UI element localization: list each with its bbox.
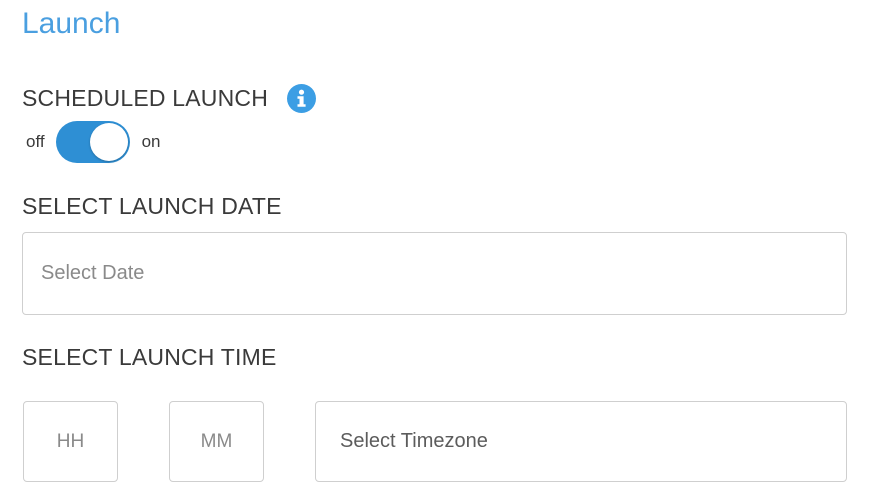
launch-date-label: SELECT LAUNCH DATE [22,193,282,219]
launch-panel: Launch SCHEDULED LAUNCH off on SELECT LA… [0,0,873,502]
toggle-on-label: on [141,132,161,151]
info-icon[interactable] [287,84,316,113]
toggle-knob[interactable] [89,123,128,161]
toggle-off-label: off [26,132,45,151]
timezone-select[interactable]: Select Timezone [315,401,847,482]
scheduled-launch-toggle-row: off on [26,120,161,164]
section-title: Launch [22,7,121,40]
scheduled-launch-label: SCHEDULED LAUNCH [22,85,269,111]
scheduled-launch-toggle[interactable] [55,121,130,163]
minute-input[interactable]: MM [169,401,264,482]
date-input[interactable]: Select Date [22,232,847,315]
launch-time-label: SELECT LAUNCH TIME [22,344,277,370]
hour-input[interactable]: HH [23,401,118,482]
